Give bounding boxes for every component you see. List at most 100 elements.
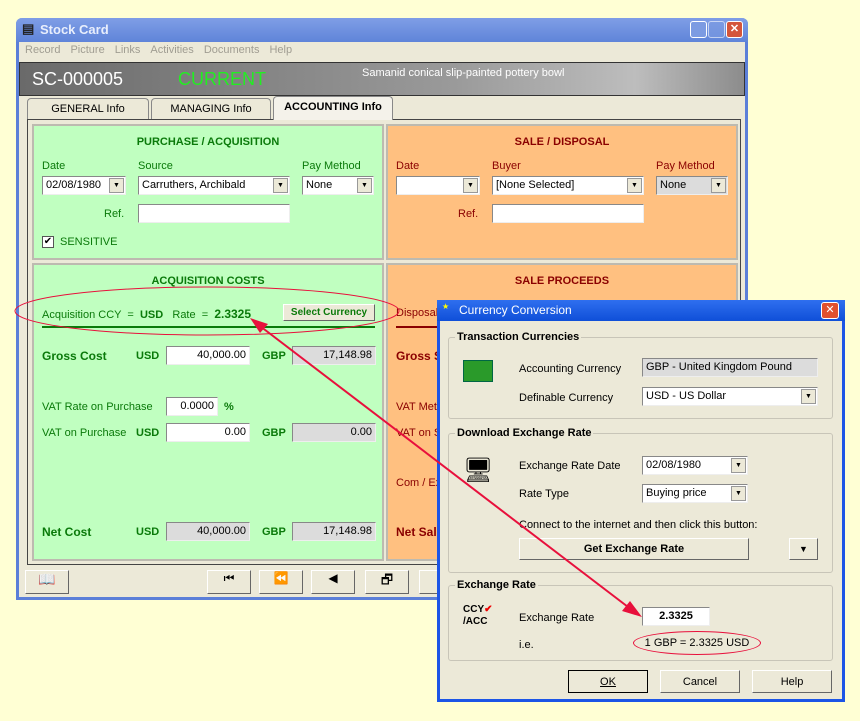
- gbp-label: GBP: [262, 526, 286, 538]
- previous-page-icon[interactable]: ⏪: [259, 570, 303, 594]
- group-title: Transaction Currencies: [455, 331, 582, 343]
- net-usd-field: 40,000.00: [166, 522, 250, 541]
- gross-usd-input[interactable]: 40,000.00: [166, 346, 250, 365]
- rate-type-select[interactable]: Buying price ▼: [642, 484, 748, 503]
- menu-links[interactable]: Links: [115, 44, 141, 56]
- record-header: SC-000005 CURRENT Samanid conical slip-p…: [19, 62, 745, 96]
- menu-help[interactable]: Help: [269, 44, 292, 56]
- chevron-down-icon[interactable]: ▼: [463, 178, 478, 193]
- download-rate-group: Download Exchange Rate 🖥 Exchange Rate D…: [448, 427, 833, 573]
- sale-title: SALE / DISPOSAL: [514, 136, 610, 148]
- dialog-close-button[interactable]: ✕: [821, 302, 839, 319]
- net-gbp-field: 17,148.98: [292, 522, 376, 541]
- sale-pay-label: Pay Method: [656, 160, 715, 172]
- ie-label: i.e.: [519, 639, 534, 651]
- ccy-acc-icon: CCY✔/ACC: [463, 604, 493, 627]
- sensitive-label: SENSITIVE: [60, 236, 118, 248]
- gbp-label: GBP: [262, 350, 286, 362]
- currency-conversion-dialog: ★ Currency Conversion ✕ Transaction Curr…: [437, 300, 845, 702]
- rate-type-label: Rate Type: [519, 488, 569, 500]
- pay-method-select[interactable]: None ▼: [302, 176, 374, 195]
- chevron-down-icon[interactable]: ▼: [273, 178, 288, 193]
- menu-activities[interactable]: Activities: [150, 44, 193, 56]
- buyer-select[interactable]: [None Selected] ▼: [492, 176, 644, 195]
- minimize-button[interactable]: [690, 21, 707, 38]
- ref-input[interactable]: [138, 204, 290, 223]
- vat-on-sale-label: VAT on S: [396, 427, 442, 439]
- sale-ref-label: Ref.: [458, 208, 479, 220]
- group-title: Download Exchange Rate: [455, 427, 594, 439]
- vat-label: VAT on Purchase: [42, 427, 127, 439]
- vat-usd-input[interactable]: 0.00: [166, 423, 250, 442]
- gbp-label: GBP: [262, 427, 286, 439]
- record-status: CURRENT: [178, 69, 266, 89]
- tab-accounting[interactable]: ACCOUNTING Info: [273, 96, 393, 120]
- tab-managing[interactable]: MANAGING Info: [151, 98, 271, 119]
- cancel-button[interactable]: Cancel: [660, 670, 740, 693]
- menu-documents[interactable]: Documents: [204, 44, 260, 56]
- exchange-rate-group: Exchange Rate CCY✔/ACC Exchange Rate 2.3…: [448, 579, 833, 661]
- close-button[interactable]: ✕: [726, 21, 743, 38]
- chevron-down-icon[interactable]: ▼: [789, 538, 818, 560]
- acquisition-costs-panel: ACQUISITION COSTS Acquisition CCY = USD …: [32, 263, 384, 561]
- gross-sale-label: Gross S: [396, 349, 443, 363]
- title-bar: ▤ Stock Card ✕: [16, 18, 748, 42]
- dialog-title: Currency Conversion: [459, 303, 572, 317]
- restore-window-icon[interactable]: 🗗: [365, 570, 409, 594]
- maximize-button[interactable]: [708, 21, 725, 38]
- vat-rate-input[interactable]: 0.0000: [166, 397, 218, 416]
- buyer-label: Buyer: [492, 160, 521, 172]
- tab-general[interactable]: GENERAL Info: [27, 98, 149, 119]
- disposal-label: Disposal: [396, 307, 439, 319]
- sensitive-checkbox[interactable]: ✔: [42, 236, 54, 248]
- pay-method-label: Pay Method: [302, 160, 361, 172]
- chevron-down-icon[interactable]: ▼: [801, 389, 816, 404]
- computer-globe-icon: 🖥: [463, 457, 494, 484]
- date-label: Date: [42, 160, 66, 172]
- proceeds-title: SALE PROCEEDS: [514, 275, 610, 287]
- percent-label: %: [224, 401, 234, 413]
- ok-button[interactable]: OK: [568, 670, 648, 693]
- previous-record-icon[interactable]: ◀: [311, 570, 355, 594]
- rate-value: 2.3325: [214, 307, 252, 321]
- usd-label: USD: [136, 350, 160, 362]
- accounting-currency-field: GBP - United Kingdom Pound: [642, 358, 818, 377]
- menu-record[interactable]: Record: [25, 44, 60, 56]
- exchange-rate-input[interactable]: 2.3325: [642, 607, 710, 626]
- dialog-title-bar: ★ Currency Conversion ✕: [437, 300, 845, 321]
- exchange-rate-label: Exchange Rate: [519, 612, 595, 624]
- select-currency-button[interactable]: Select Currency: [283, 304, 375, 321]
- costs-title: ACQUISITION COSTS: [151, 275, 265, 287]
- record-description: Samanid conical slip-painted pottery bow…: [362, 67, 565, 79]
- chevron-down-icon[interactable]: ▼: [731, 486, 746, 501]
- vat-rate-label: VAT Rate on Purchase: [42, 401, 153, 413]
- net-cost-label: Net Cost: [42, 525, 92, 539]
- book-icon[interactable]: 📖: [25, 570, 69, 594]
- source-label: Source: [138, 160, 173, 172]
- vat-gbp-field: 0.00: [292, 423, 376, 442]
- first-record-icon[interactable]: ⏮: [207, 570, 251, 594]
- accounting-currency-label: Accounting Currency: [519, 363, 622, 375]
- chevron-down-icon[interactable]: ▼: [627, 178, 642, 193]
- sale-pay-select[interactable]: None ▼: [656, 176, 728, 195]
- gross-gbp-field: 17,148.98: [292, 346, 376, 365]
- definable-currency-select[interactable]: USD - US Dollar ▼: [642, 387, 818, 406]
- ref-label: Ref.: [104, 208, 125, 220]
- record-code: SC-000005: [32, 69, 124, 89]
- chevron-down-icon[interactable]: ▼: [357, 178, 372, 193]
- source-select[interactable]: Carruthers, Archibald ▼: [138, 176, 290, 195]
- definable-currency-label: Definable Currency: [519, 392, 614, 404]
- rate-date-select[interactable]: 02/08/1980 ▼: [642, 456, 748, 475]
- chevron-down-icon[interactable]: ▼: [711, 178, 726, 193]
- app-icon: ▤: [22, 21, 35, 36]
- sale-date-select[interactable]: ▼: [396, 176, 480, 195]
- menu-picture[interactable]: Picture: [70, 44, 104, 56]
- purchase-date-select[interactable]: 02/08/1980 ▼: [42, 176, 126, 195]
- help-button[interactable]: Help: [752, 670, 832, 693]
- purchase-title: PURCHASE / ACQUISITION: [136, 136, 280, 148]
- sale-ref-input[interactable]: [492, 204, 644, 223]
- chevron-down-icon[interactable]: ▼: [109, 178, 124, 193]
- get-exchange-rate-button[interactable]: Get Exchange Rate: [519, 538, 749, 560]
- chevron-down-icon[interactable]: ▼: [731, 458, 746, 473]
- connect-instruction: Connect to the internet and then click t…: [519, 519, 758, 531]
